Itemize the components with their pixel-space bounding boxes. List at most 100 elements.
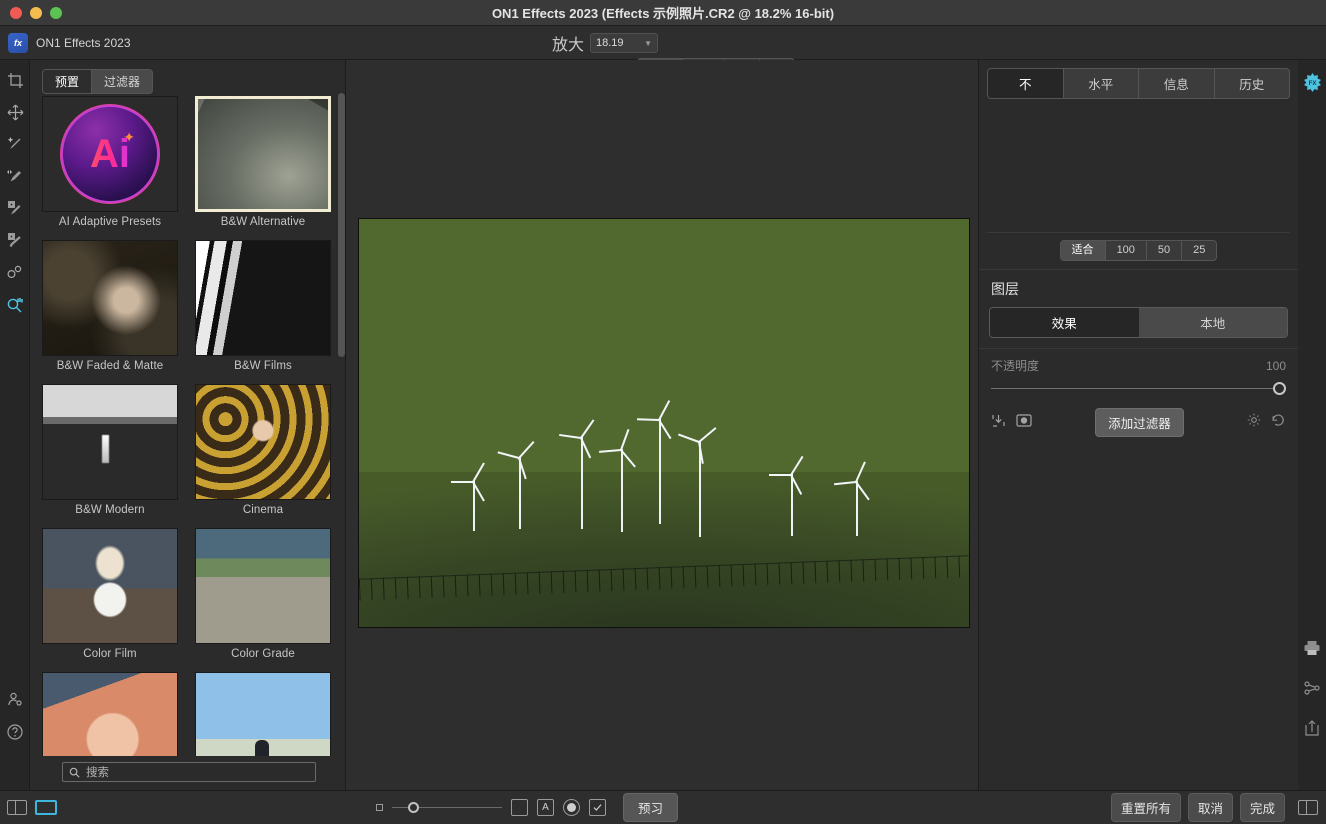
preset-thumbnail[interactable] (42, 528, 178, 644)
add-filter-button[interactable]: 添加过滤器 (1095, 408, 1184, 437)
nav-zoom-50-button[interactable]: 50 (1147, 241, 1183, 260)
tab-presets[interactable]: 预置 (43, 70, 93, 93)
small-square-icon[interactable] (376, 804, 383, 811)
preset-thumbnail[interactable] (195, 240, 331, 356)
tab-horizontal[interactable]: 水平 (1064, 69, 1139, 98)
preset-thumbnail[interactable]: Ai ✦ (42, 96, 178, 212)
view-mode-icon[interactable] (35, 800, 57, 815)
close-window-button[interactable] (10, 6, 22, 19)
preset-item-cinema[interactable]: Cinema (195, 384, 331, 522)
preset-thumbnail[interactable] (42, 384, 178, 500)
print-icon[interactable] (1298, 628, 1326, 668)
reset-all-button[interactable]: 重置所有 (1110, 793, 1181, 822)
brush-size-slider-knob[interactable] (408, 801, 419, 813)
move-tool[interactable] (0, 96, 30, 128)
search-icon (69, 767, 80, 778)
preset-item-color-grade[interactable]: Color Grade (195, 528, 331, 666)
reset-icon[interactable] (1271, 413, 1286, 432)
fence-detail (359, 555, 969, 601)
preset-item-bw-films[interactable]: B&W Films (195, 240, 331, 378)
checkbox-icon[interactable] (589, 799, 606, 816)
app-toolbar: fx ON1 Effects 2023 放大 18.19 ▼ 适合 100 50… (0, 26, 1326, 79)
navigator-fit-segmented-control[interactable]: 适合 100 50 25 (1059, 240, 1218, 261)
compare-square-icon[interactable] (511, 799, 528, 816)
preset-item-ai-adaptive[interactable]: Ai ✦ AI Adaptive Presets (42, 96, 178, 234)
preset-item-bw-faded-matte[interactable]: B&W Faded & Matte (42, 240, 178, 378)
minimize-window-button[interactable] (30, 6, 42, 19)
crop-tool[interactable] (0, 64, 30, 96)
fx-star-icon[interactable]: FX (1298, 62, 1326, 102)
opacity-slider[interactable] (991, 382, 1286, 396)
masking-bug-tool[interactable] (0, 224, 30, 256)
perfect-brush-tool[interactable] (0, 160, 30, 192)
preset-thumbnail[interactable] (195, 96, 331, 212)
text-a-icon[interactable]: A (537, 799, 554, 816)
presets-grid: Ai ✦ AI Adaptive Presets B&W Alternative … (30, 96, 346, 756)
preset-row: Ai ✦ AI Adaptive Presets B&W Alternative (42, 96, 334, 240)
help-icon[interactable] (0, 716, 30, 748)
retouch-brush-tool[interactable] (0, 128, 30, 160)
right-panel-toggle-icon[interactable] (1298, 800, 1318, 815)
mask-icon[interactable] (1016, 413, 1032, 432)
preset-thumbnail[interactable] (195, 384, 331, 500)
app-name-label: ON1 Effects 2023 (36, 36, 131, 50)
preset-item-sky-portrait[interactable] (195, 672, 331, 756)
blend-tool[interactable] (0, 256, 30, 288)
tab-history[interactable]: 历史 (1215, 69, 1290, 98)
preset-item-bw-modern[interactable]: B&W Modern (42, 384, 178, 522)
text-a-glyph: A (542, 802, 549, 813)
export-icon[interactable] (1298, 708, 1326, 748)
opacity-slider-knob[interactable] (1273, 382, 1286, 395)
svg-text:FX: FX (1308, 81, 1316, 87)
preset-thumbnail[interactable] (42, 240, 178, 356)
brush-size-slider[interactable] (392, 801, 502, 814)
account-icon[interactable] (0, 684, 30, 716)
layer-mode-local[interactable]: 本地 (1138, 308, 1287, 337)
preset-thumbnail[interactable] (195, 528, 331, 644)
layer-mode-effects[interactable]: 效果 (990, 308, 1139, 337)
bottom-toolbar: A 预习 重置所有 取消 完成 (0, 790, 1326, 824)
layers-section-title: 图层 (991, 281, 1019, 297)
ai-logo-icon: Ai ✦ (43, 97, 177, 211)
done-button[interactable]: 完成 (1239, 793, 1285, 822)
layer-mode-toggle[interactable]: 效果 本地 (989, 307, 1288, 338)
tab-none[interactable]: 不 (988, 69, 1064, 98)
zoom-level-select[interactable]: 18.19 ▼ (590, 33, 659, 53)
preset-thumbnail[interactable] (195, 672, 331, 756)
panel-toggle-icon[interactable] (7, 800, 27, 815)
bottom-center-controls: A 预习 (376, 793, 679, 822)
nav-zoom-fit-button[interactable]: 适合 (1060, 241, 1106, 260)
cancel-button[interactable]: 取消 (1187, 793, 1233, 822)
preset-thumbnail[interactable] (42, 672, 178, 756)
save-preset-icon[interactable] (991, 413, 1006, 433)
preset-label: B&W Films (234, 360, 292, 372)
photo-preview[interactable] (358, 218, 970, 628)
preset-label: B&W Faded & Matte (56, 360, 164, 372)
nav-zoom-100-button[interactable]: 100 (1106, 241, 1147, 260)
tab-filters[interactable]: 过滤器 (92, 70, 152, 93)
zoom-pan-tool[interactable] (0, 288, 30, 320)
tab-info[interactable]: 信息 (1139, 69, 1215, 98)
tools-sidebar (0, 60, 30, 790)
bottom-left-icons (7, 800, 57, 815)
right-panel-tabs[interactable]: 不 水平 信息 历史 (987, 68, 1290, 99)
preset-item-bw-alternative[interactable]: B&W Alternative (195, 96, 331, 234)
presets-scrollbar[interactable] (338, 93, 345, 357)
presets-tabs[interactable]: 预置 过滤器 (42, 69, 154, 94)
preset-row: B&W Faded & Matte B&W Films (42, 240, 334, 384)
preset-item-color-film[interactable]: Color Film (42, 528, 178, 666)
share-icon[interactable] (1298, 668, 1326, 708)
navigator-preview[interactable] (987, 103, 1290, 233)
opacity-value: 100 (1265, 359, 1286, 373)
search-input[interactable]: 搜索 (62, 762, 316, 782)
masking-brush-tool[interactable] (0, 192, 30, 224)
nav-zoom-25-button[interactable]: 25 (1182, 241, 1216, 260)
image-canvas[interactable] (346, 60, 978, 790)
preset-row (42, 672, 334, 756)
preset-item-cross-process[interactable] (42, 672, 178, 756)
maximize-window-button[interactable] (50, 6, 62, 19)
preview-button[interactable]: 预习 (623, 793, 679, 822)
window-controls[interactable] (10, 6, 62, 19)
soft-proof-circle-icon[interactable] (563, 799, 580, 816)
gear-icon[interactable] (1247, 413, 1261, 432)
